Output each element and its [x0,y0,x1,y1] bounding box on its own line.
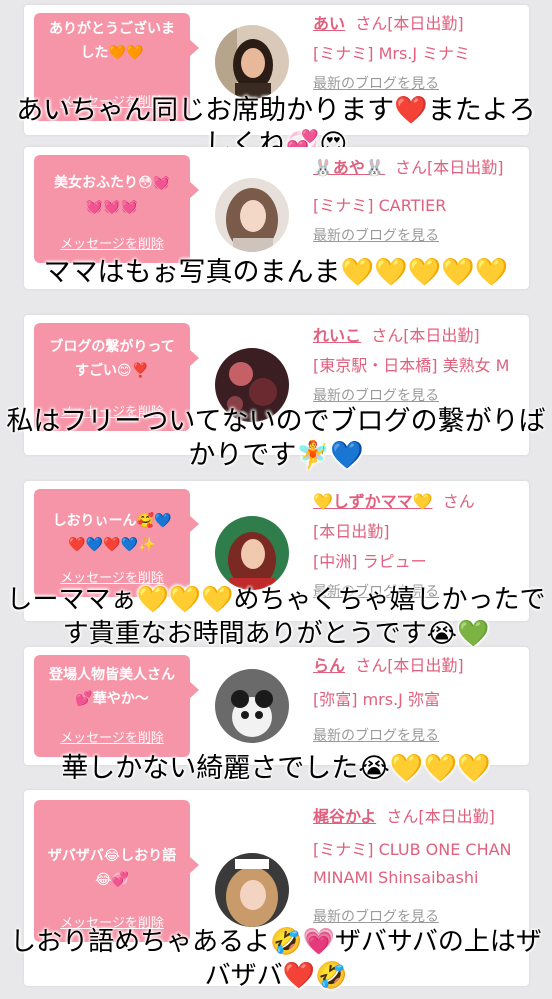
cast-status: さん[本日出勤] [355,14,464,33]
bubble-tail [189,39,199,57]
cast-info: あい さん[本日出勤] [ミナミ] Mrs.J ミナミ 最新のブログを見る [313,9,523,99]
bubble-tail [189,349,199,367]
avatar[interactable] [215,516,289,590]
cast-info: 🐰あや🐰 さん[本日出勤] [ミナミ] CARTIER 最新のブログを見る [313,153,523,251]
cast-status: さん [442,492,475,511]
message-text: 美女おふたり😳💓💓💓💓 [53,175,171,215]
cast-name-link[interactable]: れいこ [313,326,361,345]
bubble-tail [189,856,199,874]
bubble-tail [189,681,199,699]
cast-status: さん[本日出勤] [371,326,480,345]
cast-name-link[interactable]: 梶谷かよ [313,807,376,826]
avatar[interactable] [215,669,289,743]
message-bubble: ザバザバ😂しおり語😂💞 メッセージを削除 [34,800,199,942]
cast-status: さん[本日出勤] [386,807,495,826]
cast-name-link[interactable]: 💛しずかママ💛 [313,492,433,511]
message-text: ブログの繋がりってすごい😊❣️ [49,339,175,379]
cast-shop: [東京駅・日本橋] 美熟女 M [313,356,510,375]
cast-shop: [ミナミ] CARTIER [313,196,447,215]
cast-shop: [ミナミ] CLUB ONE CHAN MINAMI Shinsaibashi [313,840,512,887]
cast-status-2: [本日出勤] [313,522,390,541]
cast-shop: [弥富] mrs.J 弥富 [313,690,440,709]
caption-overlay: 華しかない綺麗さでした😭💛💛💛 [61,753,491,784]
cast-shop: [中洲] ラピュー [313,552,427,571]
avatar[interactable] [215,178,289,252]
message-bubble: 登場人物皆美人さん💕華やか〜 メッセージを削除 [34,655,199,757]
cast-status: さん[本日出勤] [355,656,464,675]
bubble-tail [189,181,199,199]
message-bubble: 美女おふたり😳💓💓💓💓 メッセージを削除 [34,155,199,263]
message-card: 登場人物皆美人さん💕華やか〜 メッセージを削除 らん さん[本日出勤] [弥富]… [24,647,529,765]
caption-overlay: しおり語めちゃあるよ🤣💗ザバサバの上はザバザバ❤️🤣 [10,927,542,991]
caption-overlay: 私はフリーついてないのでブログの繋がりばかりです🧚💙 [6,406,546,471]
message-text: ザバザバ😂しおり語😂💞 [47,848,177,888]
avatar[interactable] [215,25,289,99]
avatar[interactable] [215,853,289,927]
message-text: 登場人物皆美人さん💕華やか〜 [49,667,175,707]
latest-blog-link[interactable]: 最新のブログを見る [313,721,523,751]
bubble-tail [189,515,199,533]
delete-message-link[interactable]: メッセージを削除 [34,233,190,257]
latest-blog-link[interactable]: 最新のブログを見る [313,221,523,251]
message-bubble: しおりぃーん🥰💙❤️💙❤️💙✨ メッセージを削除 [34,489,199,597]
delete-message-link[interactable]: メッセージを削除 [34,727,190,751]
cast-shop: [ミナミ] Mrs.J ミナミ [313,44,471,63]
caption-overlay: しーママぁ💛💛💛めちゃくちゃ嬉しかったです貴重なお時間ありがとうです😭💚 [6,585,546,649]
message-text: しおりぃーん🥰💙❤️💙❤️💙✨ [52,513,172,553]
cast-name-link[interactable]: あい [313,14,345,33]
cast-info: らん さん[本日出勤] [弥富] mrs.J 弥富 最新のブログを見る [313,651,523,751]
cast-name-link[interactable]: らん [313,656,345,675]
cast-info: 梶谷かよ さん[本日出勤] [ミナミ] CLUB ONE CHAN MINAMI… [313,802,523,932]
caption-overlay: ママはもぉ写真のまんま💛💛💛💛💛 [43,257,509,288]
cast-status: さん[本日出勤] [395,158,504,177]
cast-name-link[interactable]: 🐰あや🐰 [313,158,385,177]
cast-info: れいこ さん[本日出勤] [東京駅・日本橋] 美熟女 M 最新のブログを見る [313,321,523,411]
message-text: ありがとうございました🧡🧡 [49,21,175,61]
